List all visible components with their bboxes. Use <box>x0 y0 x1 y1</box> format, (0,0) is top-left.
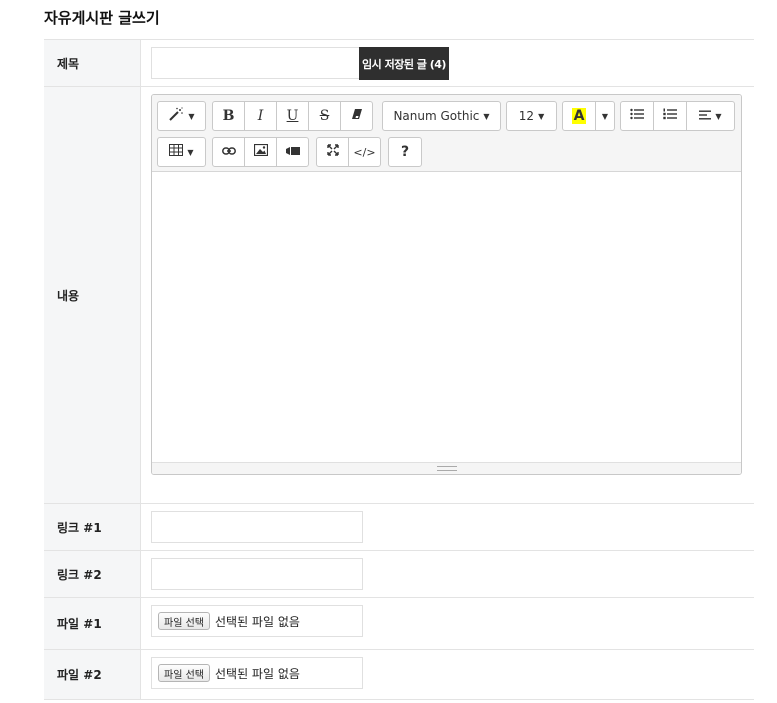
file1-choose-button[interactable]: 파일 선택 <box>158 612 210 630</box>
write-form: 제목 임시 저장된 글 (4) 내용 ▼ B I U S Nanum Gothi… <box>44 39 754 700</box>
file1-field: 파일 선택 선택된 파일 없음 <box>151 605 363 637</box>
link2-input[interactable] <box>151 558 363 590</box>
italic-button[interactable]: I <box>244 101 277 131</box>
clear-format-button[interactable] <box>340 101 373 131</box>
font-name-dropdown[interactable]: Nanum Gothic ▼ <box>382 101 501 131</box>
draft-posts-button[interactable]: 임시 저장된 글 (4) <box>359 47 449 80</box>
file2-status: 선택된 파일 없음 <box>214 666 300 681</box>
file2-choose-button[interactable]: 파일 선택 <box>158 664 210 682</box>
caret-down-icon: ▼ <box>601 111 609 121</box>
editor-content-area[interactable] <box>152 172 741 463</box>
caret-down-icon: ▼ <box>538 111 545 121</box>
link-icon <box>221 144 236 160</box>
align-icon <box>699 108 712 124</box>
code-view-icon: </> <box>353 145 376 159</box>
font-color-dropdown[interactable]: ▼ <box>595 101 615 131</box>
file1-status: 선택된 파일 없음 <box>214 614 300 629</box>
font-color-button[interactable]: A <box>562 101 596 131</box>
unordered-list-icon <box>630 108 644 124</box>
rich-text-editor: ▼ B I U S Nanum Gothic ▼ 12 ▼ A ▼ ▼ ▼ </… <box>151 94 742 475</box>
page-title: 자유게시판 글쓰기 <box>44 9 160 27</box>
caret-down-icon: ▼ <box>483 111 490 121</box>
table-icon <box>169 144 184 160</box>
content-label: 내용 <box>44 87 141 503</box>
title-label: 제목 <box>44 40 141 86</box>
fullscreen-icon <box>326 144 339 160</box>
style-dropdown-button[interactable]: ▼ <box>157 101 206 131</box>
video-icon <box>285 144 300 160</box>
magic-wand-icon <box>168 107 184 125</box>
caret-down-icon: ▼ <box>187 147 194 157</box>
link2-row: 링크 #2 <box>44 551 754 598</box>
font-color-letter: A <box>571 108 587 124</box>
link1-row: 링크 #1 <box>44 504 754 551</box>
file2-label: 파일 #2 <box>44 650 141 699</box>
font-size-value: 12 <box>518 109 535 123</box>
insert-link-button[interactable] <box>212 137 245 167</box>
code-view-button[interactable]: </> <box>348 137 381 167</box>
file1-row: 파일 #1 파일 선택 선택된 파일 없음 <box>44 598 754 650</box>
grip-icon <box>436 466 457 471</box>
editor-toolbar: ▼ B I U S Nanum Gothic ▼ 12 ▼ A ▼ ▼ ▼ </… <box>152 95 741 172</box>
eraser-icon <box>351 108 363 124</box>
link1-input[interactable] <box>151 511 363 543</box>
title-input[interactable] <box>151 47 361 79</box>
bold-button[interactable]: B <box>212 101 245 131</box>
font-size-dropdown[interactable]: 12 ▼ <box>506 101 557 131</box>
table-dropdown-button[interactable]: ▼ <box>157 137 206 167</box>
insert-picture-button[interactable] <box>244 137 277 167</box>
file1-label: 파일 #1 <box>44 598 141 649</box>
insert-video-button[interactable] <box>276 137 309 167</box>
unordered-list-button[interactable] <box>620 101 654 131</box>
content-row: 내용 ▼ B I U S Nanum Gothic ▼ 12 ▼ A ▼ ▼ ▼… <box>44 87 754 504</box>
caret-down-icon: ▼ <box>188 111 195 121</box>
ordered-list-icon <box>663 108 677 124</box>
paragraph-align-dropdown[interactable]: ▼ <box>686 101 735 131</box>
title-row: 제목 임시 저장된 글 (4) <box>44 40 754 87</box>
font-name-value: Nanum Gothic <box>393 109 480 123</box>
caret-down-icon: ▼ <box>715 111 722 121</box>
ordered-list-button[interactable] <box>653 101 687 131</box>
fullscreen-button[interactable] <box>316 137 349 167</box>
file2-row: 파일 #2 파일 선택 선택된 파일 없음 <box>44 650 754 700</box>
underline-button[interactable]: U <box>276 101 309 131</box>
picture-icon <box>253 143 268 160</box>
strikethrough-button[interactable]: S <box>308 101 341 131</box>
link1-label: 링크 #1 <box>44 504 141 550</box>
editor-resize-handle[interactable] <box>152 462 741 474</box>
help-button[interactable]: ? <box>388 137 422 167</box>
link2-label: 링크 #2 <box>44 551 141 597</box>
file2-field: 파일 선택 선택된 파일 없음 <box>151 657 363 689</box>
